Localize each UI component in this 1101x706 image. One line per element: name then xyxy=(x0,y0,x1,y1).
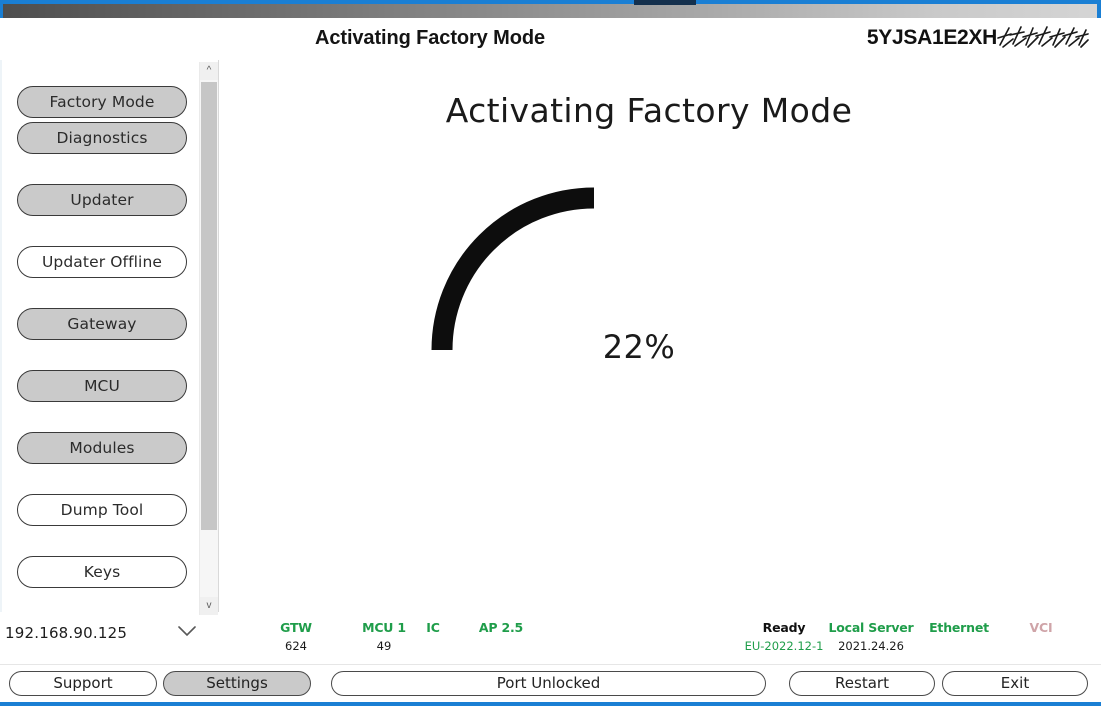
nav-item-wrap-7: Dump Tool xyxy=(2,494,201,556)
status-label-vci: VCI xyxy=(1029,620,1053,635)
scroll-up-icon[interactable]: ^ xyxy=(200,62,218,80)
chevron-down-icon xyxy=(178,626,196,637)
status-label-ap25: AP 2.5 xyxy=(478,620,524,635)
nav-item-wrap-6: Modules xyxy=(2,432,201,494)
sidebar-item-factory-mode[interactable]: Factory Mode xyxy=(17,86,187,118)
restart-button[interactable]: Restart xyxy=(789,671,935,696)
sidebar-nav-list: Factory Mode Diagnostics Updater Updater… xyxy=(2,60,201,618)
page-title: Activating Factory Mode xyxy=(315,27,545,49)
vin-redaction-scribble xyxy=(997,25,1089,49)
vin-display: 5YJSA1E2XH xyxy=(867,25,1089,50)
sidebar-item-gateway[interactable]: Gateway xyxy=(17,308,187,340)
nav-item-wrap-8: Keys xyxy=(2,556,201,618)
support-button[interactable]: Support xyxy=(9,671,157,696)
nav-item-wrap-3: Updater Offline xyxy=(2,246,201,308)
sidebar-item-dump-tool[interactable]: Dump Tool xyxy=(17,494,187,526)
scrollbar-track[interactable] xyxy=(201,530,217,595)
sidebar-item-updater-offline[interactable]: Updater Offline xyxy=(17,246,187,278)
progress-spinner xyxy=(429,155,609,355)
vin-prefix: 5YJSA1E2XH xyxy=(866,26,997,49)
scrollbar-thumb[interactable] xyxy=(201,82,217,530)
window-chrome xyxy=(0,0,1101,18)
activity-title: Activating Factory Mode xyxy=(445,91,853,130)
nav-item-wrap-1: Diagnostics xyxy=(2,122,201,184)
nav-item-wrap-2: Updater xyxy=(2,184,201,246)
sidebar-item-diagnostics[interactable]: Diagnostics xyxy=(17,122,187,154)
window-title-stub xyxy=(634,0,696,5)
ip-address-select[interactable]: 192.168.90.125 xyxy=(0,615,210,651)
sidebar-item-modules[interactable]: Modules xyxy=(17,432,187,464)
header-bar: Activating Factory Mode 5YJSA1E2XH xyxy=(0,18,1101,60)
sidebar-scrollbar[interactable]: ^ v xyxy=(199,62,218,615)
bottom-toolbar: Support Settings Port Unlocked Restart E… xyxy=(0,664,1101,706)
app-window: Activating Factory Mode 5YJSA1E2XH Facto… xyxy=(0,0,1101,706)
status-sub-local-server-version: 2021.24.26 xyxy=(838,639,904,653)
main-content: Activating Factory Mode 22% xyxy=(219,60,1101,612)
sidebar-item-updater[interactable]: Updater xyxy=(17,184,187,216)
window-edge-left xyxy=(0,0,3,18)
settings-button[interactable]: Settings xyxy=(163,671,311,696)
status-strip: GTW 624 MCU 1 49 IC AP 2.5 Ready EU-2022… xyxy=(219,612,1101,664)
window-edge-right xyxy=(1097,0,1101,18)
nav-item-wrap-5: MCU xyxy=(2,370,201,432)
nav-item-wrap-4: Gateway xyxy=(2,308,201,370)
sidebar-item-mcu[interactable]: MCU xyxy=(17,370,187,402)
port-status-button[interactable]: Port Unlocked xyxy=(331,671,766,696)
title-bar-band xyxy=(0,4,1101,18)
scroll-down-icon[interactable]: v xyxy=(200,597,218,615)
sidebar-item-keys[interactable]: Keys xyxy=(17,556,187,588)
ip-address-value: 192.168.90.125 xyxy=(5,624,128,642)
progress-percent: 22% xyxy=(602,328,676,366)
nav-item-wrap-0: Factory Mode xyxy=(2,60,201,122)
footer-accent-bar xyxy=(0,702,1101,706)
status-cell-vci: VCI xyxy=(981,620,1101,639)
status-cell-ap25: AP 2.5 xyxy=(441,620,561,639)
exit-button[interactable]: Exit xyxy=(942,671,1088,696)
status-sub-mcu1: 49 xyxy=(376,639,392,653)
sidebar: Factory Mode Diagnostics Updater Updater… xyxy=(0,60,199,612)
